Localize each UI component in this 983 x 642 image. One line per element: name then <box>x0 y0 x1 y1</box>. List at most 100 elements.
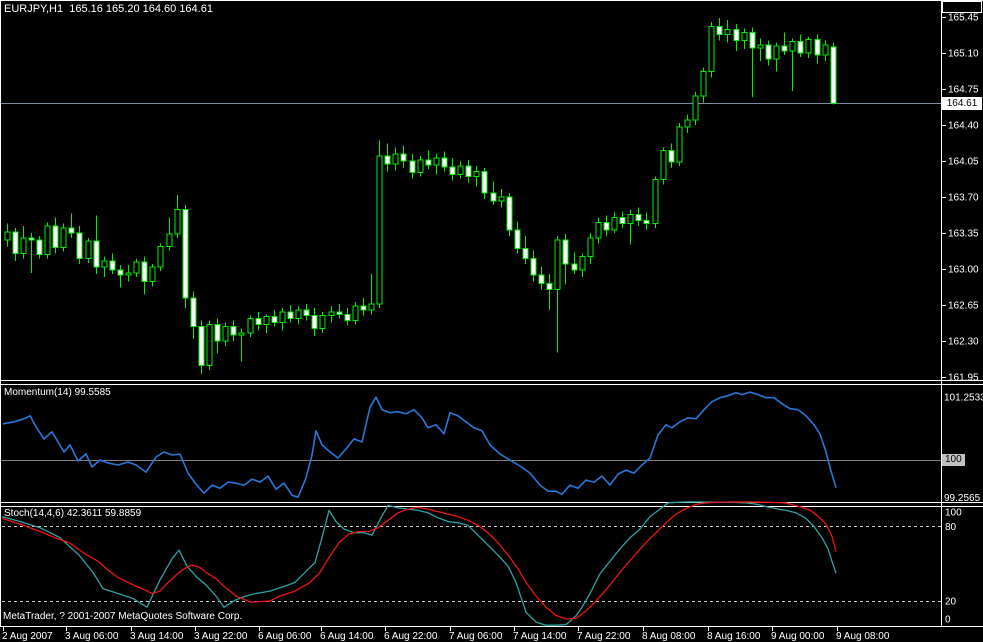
candle-body <box>538 274 545 284</box>
momentum-axis-label: 101.2533 <box>944 392 983 403</box>
candle-body <box>805 39 812 54</box>
stoch-indicator-label: Stoch(14,4,6) 42.3611 59.8859 <box>4 508 142 519</box>
candle-body <box>12 231 19 255</box>
candle-body <box>700 71 707 97</box>
price-axis-label: 164.05 <box>948 156 979 167</box>
candle-body <box>708 25 715 73</box>
candle-body <box>417 159 424 173</box>
candle-body <box>530 258 537 276</box>
candle-body <box>263 315 270 326</box>
candle-body <box>789 41 796 52</box>
candle-body <box>822 44 829 56</box>
candle-body <box>773 45 780 60</box>
time-axis-label: 6 Aug 06:00 <box>258 631 312 642</box>
candle-body <box>295 309 302 319</box>
time-axis-label: 7 Aug 22:00 <box>577 631 631 642</box>
stoch-main-line <box>1 501 837 626</box>
time-axis-label: 8 Aug 08:00 <box>642 631 696 642</box>
time-axis-label: 2 Aug 2007 <box>2 631 53 642</box>
candle-body <box>400 153 407 162</box>
candle-body <box>303 309 310 316</box>
price-axis-label: 162.65 <box>948 300 979 311</box>
momentum-level-tag: 100 <box>942 454 965 466</box>
candle-body <box>643 220 650 225</box>
candle-body <box>109 260 116 271</box>
chart-title: EURJPY,H1 165.16 165.20 164.60 164.61 <box>4 3 213 15</box>
candle-body <box>635 213 642 222</box>
candle-body <box>157 245 164 268</box>
candle-body <box>93 240 100 268</box>
time-axis-label: 3 Aug 22:00 <box>194 631 248 642</box>
candle-body <box>587 237 594 258</box>
candle-body <box>554 239 561 291</box>
price-axis-label: 165.45 <box>948 13 979 24</box>
candle-body <box>133 261 140 274</box>
time-axis-label: 3 Aug 06:00 <box>65 631 119 642</box>
stoch-axis-label: 100 <box>945 508 962 519</box>
price-axis-label: 161.95 <box>948 372 979 383</box>
candle-body <box>409 160 416 173</box>
candle-body <box>68 227 75 234</box>
candle-body <box>149 266 156 282</box>
candle-body <box>271 315 278 323</box>
candle-body <box>101 260 108 268</box>
candle-body <box>603 222 610 231</box>
time-axis-label: 6 Aug 22:00 <box>384 631 438 642</box>
candle-body <box>724 28 731 35</box>
price-axis-label: 164.75 <box>948 85 979 96</box>
candle-body <box>660 150 667 181</box>
candle-body <box>52 225 59 248</box>
time-axis-label: 9 Aug 00:00 <box>771 631 825 642</box>
stoch-axis-label: 0 <box>945 615 951 626</box>
candle-body <box>376 155 383 305</box>
candle-body <box>490 192 497 202</box>
candle-body <box>441 157 448 168</box>
candle-body <box>668 150 675 163</box>
stoch-axis-label: 80 <box>945 522 957 533</box>
price-axis-label: 162.30 <box>948 336 979 347</box>
time-axis-label: 8 Aug 16:00 <box>707 631 761 642</box>
candle-body <box>781 45 788 52</box>
candle-body <box>198 326 205 367</box>
candle-body <box>174 208 181 235</box>
stoch-axis-label: 20 <box>945 597 957 608</box>
candle-body <box>652 179 659 225</box>
candle-body <box>514 229 521 249</box>
axis-corner-box[interactable] <box>942 1 982 13</box>
candle-body <box>44 225 51 256</box>
candle-body <box>392 153 399 165</box>
time-axis-label: 6 Aug 14:00 <box>320 631 374 642</box>
price-axis-label: 163.35 <box>948 228 979 239</box>
candle-body <box>336 311 343 315</box>
candle-body <box>255 317 262 326</box>
candle-body <box>222 326 229 342</box>
price-axis-label: 165.10 <box>948 49 979 60</box>
candle-body <box>28 237 35 241</box>
candle-body <box>287 311 294 319</box>
candle-body <box>692 95 699 121</box>
time-axis-label: 7 Aug 06:00 <box>449 631 503 642</box>
candle-body <box>60 227 67 248</box>
chart-canvas[interactable]: 165.45 165.10 164.75 164.40 164.05 163.70 163.… <box>0 0 983 642</box>
candle-body <box>571 263 578 271</box>
candle-body <box>457 165 464 175</box>
candle-body <box>247 317 254 334</box>
candle-body <box>749 31 756 49</box>
candle-body <box>449 166 456 175</box>
candle-body <box>619 217 626 225</box>
candle-body <box>741 31 748 42</box>
candle-body <box>830 46 837 104</box>
copyright-text: MetaTrader, ? 2001-2007 MetaQuotes Softw… <box>3 611 243 622</box>
candle-body <box>433 157 440 166</box>
candle-body <box>238 332 245 336</box>
current-price-tag: 164.61 <box>942 97 982 110</box>
candle-body <box>141 261 148 282</box>
time-axis-label: 9 Aug 08:00 <box>836 631 890 642</box>
price-axis-label: 163.70 <box>948 192 979 203</box>
candle-body <box>360 305 367 311</box>
candle-body <box>85 240 92 260</box>
candle-body <box>76 232 83 260</box>
candle-body <box>716 25 723 35</box>
momentum-indicator-label: Momentum(14) 99.5585 <box>4 387 111 398</box>
candle-body <box>498 196 505 202</box>
